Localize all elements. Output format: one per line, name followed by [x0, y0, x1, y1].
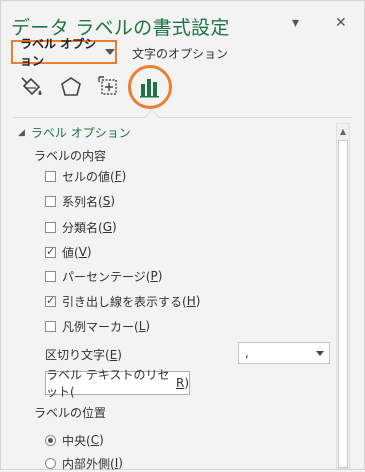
tab-label-options-text: ラベル オプション — [20, 37, 97, 68]
checkbox-value[interactable]: 値(V) — [45, 244, 92, 260]
scroll-up-arrow-icon[interactable]: ▲ — [337, 124, 349, 138]
checkbox-box-checked — [45, 245, 56, 258]
separator-value: , — [245, 346, 249, 360]
separator-label: 区切り文字(E) — [45, 348, 122, 362]
section-title: ラベル オプション — [30, 126, 131, 140]
tab-label-options[interactable]: ラベル オプション — [11, 37, 117, 68]
checkbox-box — [45, 195, 56, 207]
dropdown-arrow-icon — [316, 351, 324, 356]
radio-dot — [45, 457, 56, 469]
pane-options-chevron-icon[interactable]: ▾ — [292, 15, 299, 31]
checkbox-category-name[interactable]: 分類名(G) — [45, 219, 117, 235]
checkbox-percentage[interactable]: パーセンテージ(P) — [45, 268, 162, 284]
checkbox-box-checked — [45, 294, 56, 307]
vertical-scrollbar[interactable]: ▲ — [336, 123, 350, 469]
reset-label-text-button[interactable]: ラベル テキストのリセット(R) — [45, 368, 190, 399]
checkbox-show-leader-lines[interactable]: 引き出し線を表示する(H) — [45, 293, 200, 309]
close-icon[interactable]: ✕ — [335, 15, 347, 31]
label-contents-heading: ラベルの内容 — [34, 149, 107, 163]
radio-center[interactable]: 中央(C) — [45, 432, 104, 448]
chevron-down-icon — [105, 49, 115, 55]
tab-text-options[interactable]: 文字のオプション — [132, 45, 228, 62]
size-properties-icon[interactable] — [93, 67, 125, 107]
toolbar-divider — [13, 117, 352, 118]
collapse-triangle-icon: ◢ — [18, 127, 25, 138]
checkbox-box — [45, 320, 56, 332]
radio-inside-end[interactable]: 内部外側(I) — [45, 455, 123, 471]
checkbox-box — [45, 170, 56, 182]
separator-select[interactable]: , — [238, 342, 330, 364]
radio-dot-selected — [45, 434, 56, 446]
checkbox-series-name[interactable]: 系列名(S) — [45, 193, 115, 209]
format-data-labels-pane: データ ラベルの書式設定 ▾ ✕ ラベル オプション 文字のオプション ◢ ラベ… — [0, 0, 365, 471]
label-position-heading: ラベルの位置 — [34, 406, 107, 420]
checkbox-box — [45, 221, 56, 233]
effects-pentagon-icon[interactable] — [55, 67, 87, 107]
label-options-chart-icon[interactable] — [128, 65, 172, 109]
fill-line-icon[interactable] — [15, 67, 47, 107]
checkbox-cell-value[interactable]: セルの値(F) — [45, 168, 126, 184]
checkbox-box — [45, 270, 56, 282]
section-label-options[interactable]: ◢ ラベル オプション — [18, 124, 131, 141]
active-category-pointer — [144, 109, 160, 118]
checkbox-legend-key[interactable]: 凡例マーカー(L) — [45, 318, 150, 334]
scroll-thumb[interactable] — [338, 140, 348, 468]
